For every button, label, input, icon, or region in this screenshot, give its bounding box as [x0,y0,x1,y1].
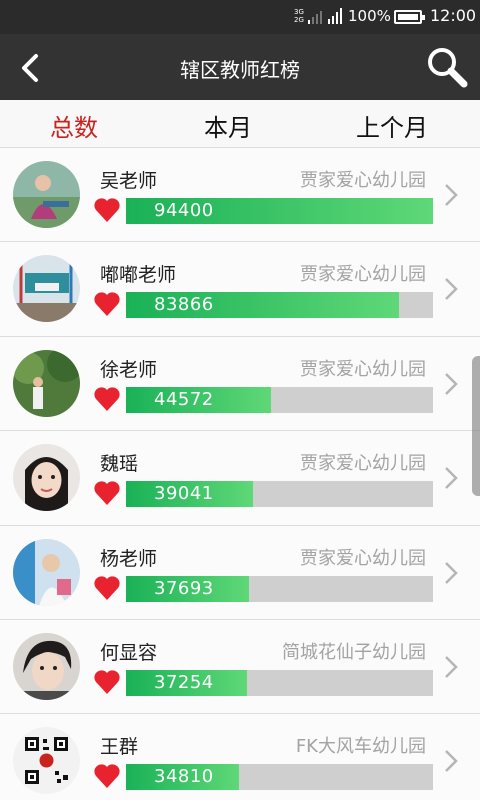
heart-icon [94,764,120,789]
school-name: FK大风车幼儿园 [295,736,426,758]
teacher-name: 魏瑶 [100,453,139,476]
score-bar: 39041 [126,481,433,508]
avatar [13,632,80,700]
heart-icon [94,387,120,411]
tab-total[interactable]: 总数 [50,108,98,143]
school-name: 简城花仙子幼儿园 [282,641,426,663]
list-item[interactable]: 嘟嘟老师 贾家爱心幼儿园 83866 [0,242,480,337]
avatar [13,161,80,228]
chevron-right-icon [445,467,458,490]
score-value: 39041 [154,483,214,505]
battery-percent: 100% [348,7,391,25]
avatar [13,349,80,417]
network-2g-label: 2G [294,16,304,24]
signal-icon [308,11,322,24]
tab-this-month[interactable]: 本月 [204,108,252,143]
title-bar: 辖区教师红榜 [0,34,480,100]
score-value: 44572 [154,388,214,410]
list-item[interactable]: 杨老师 贾家爱心幼儿园 37693 [0,525,480,620]
score-bar: 37693 [126,575,433,602]
teacher-name: 何显容 [100,641,158,664]
status-clock: 12:00 [430,6,477,25]
teacher-name: 杨老师 [100,547,158,570]
avatar [13,538,80,606]
network-type: 3G 2G [294,8,306,24]
teacher-name: 王群 [100,736,139,759]
teacher-ranking-list: 吴老师 贾家爱心幼儿园 94400 嘟嘟老师 贾家爱心幼儿园 83866 徐老师… [0,148,480,800]
list-item[interactable]: 魏瑶 贾家爱心幼儿园 39041 [0,431,480,526]
score-bar: 34810 [126,764,433,791]
school-name: 贾家爱心幼儿园 [300,547,426,569]
tab-bar: 总数 本月 上个月 [0,100,480,148]
list-item[interactable]: 徐老师 贾家爱心幼儿园 44572 [0,336,480,432]
score-bar: 83866 [126,292,433,319]
score-value: 34810 [154,766,214,788]
score-value: 94400 [154,200,214,221]
school-name: 贾家爱心幼儿园 [300,358,426,380]
score-value: 83866 [154,294,214,316]
chevron-right-icon [445,184,458,206]
avatar [13,444,80,512]
avatar [13,255,80,323]
school-name: 贾家爱心幼儿园 [300,170,426,191]
heart-icon [94,198,120,222]
signal-icon-2 [328,8,342,24]
score-value: 37254 [154,671,214,693]
network-3g-label: 3G [294,8,304,16]
score-bar: 37254 [126,669,433,696]
list-item[interactable]: 何显容 简城花仙子幼儿园 37254 [0,619,480,715]
teacher-name: 嘟嘟老师 [100,264,177,287]
heart-icon [94,670,120,694]
chevron-right-icon [445,372,458,395]
chevron-right-icon [445,561,458,584]
school-name: 贾家爱心幼儿园 [300,264,426,286]
school-name: 贾家爱心幼儿园 [300,453,426,475]
score-bar: 94400 [126,198,433,224]
heart-icon [94,292,120,317]
list-item[interactable]: 王群 FK大风车幼儿园 34810 [0,714,480,800]
page-title: 辖区教师红榜 [180,58,300,82]
score-bar: 44572 [126,386,433,413]
scrollbar-handle[interactable] [472,356,480,496]
battery-icon [394,10,425,24]
chevron-right-icon [445,656,458,678]
avatar [13,727,80,795]
search-icon[interactable] [424,44,470,90]
tab-last-month[interactable]: 上个月 [356,108,428,143]
score-value: 37693 [154,577,214,599]
chevron-right-icon [445,750,458,773]
heart-icon [94,481,120,506]
teacher-name: 吴老师 [100,170,158,192]
status-bar: 3G 2G 100% 12:00 [0,0,480,34]
teacher-name: 徐老师 [100,358,158,381]
heart-icon [94,575,120,600]
list-item[interactable]: 吴老师 贾家爱心幼儿园 94400 [0,148,480,243]
chevron-right-icon [445,278,458,301]
